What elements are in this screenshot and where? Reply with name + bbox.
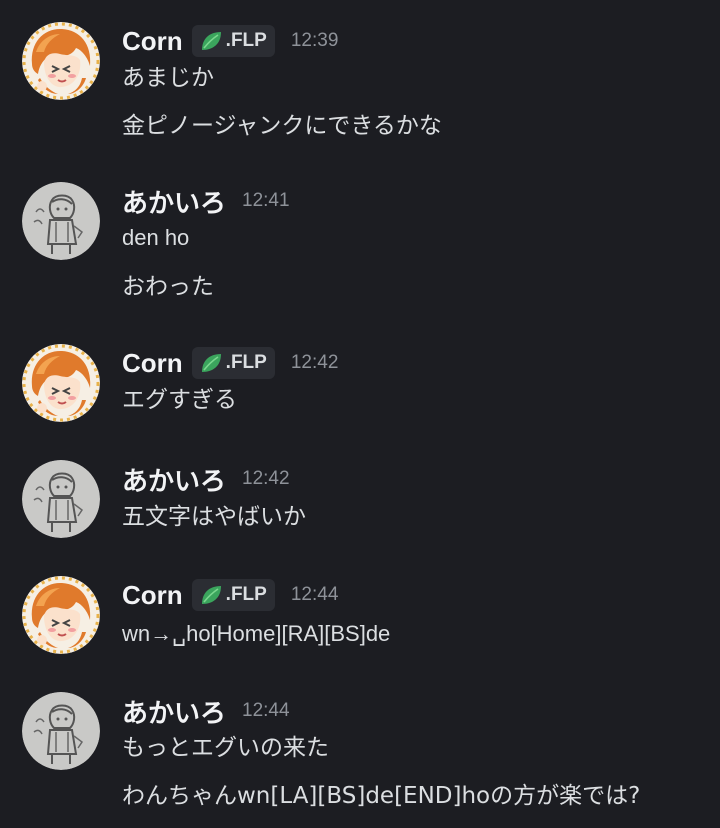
- message-text: エグすぎる: [122, 387, 237, 413]
- avatar[interactable]: [22, 692, 100, 770]
- username[interactable]: Corn: [122, 580, 183, 611]
- message-header: Corn .FLP 12:42: [122, 344, 338, 382]
- corn-avatar-image: [22, 576, 100, 654]
- message-header: あかいろ 12:42: [122, 460, 290, 498]
- avatar[interactable]: [22, 182, 100, 260]
- username[interactable]: あかいろ: [122, 693, 226, 730]
- avatar[interactable]: [22, 22, 100, 100]
- username[interactable]: Corn: [122, 348, 183, 379]
- message-text: もっとエグいの来た: [122, 735, 329, 761]
- avatar[interactable]: [22, 460, 100, 538]
- corn-avatar-image: [22, 344, 100, 422]
- leaf-icon: [199, 351, 223, 375]
- timestamp: 12:41: [242, 190, 290, 211]
- message-text: あまじか: [122, 65, 214, 91]
- message-text: おわった: [122, 274, 214, 300]
- message-header: Corn .FLP 12:44: [122, 576, 338, 614]
- message-header: あかいろ 12:44: [122, 692, 290, 730]
- akairo-avatar-image: [22, 460, 100, 538]
- message-text: 五文字はやばいか: [122, 504, 306, 530]
- avatar[interactable]: [22, 576, 100, 654]
- server-tag-label: .FLP: [225, 352, 267, 373]
- akairo-avatar-image: [22, 692, 100, 770]
- timestamp: 12:42: [290, 352, 339, 373]
- message-text: わんちゃんwn[LA][BS]de[END]hoの方が楽では?: [122, 783, 641, 809]
- username[interactable]: あかいろ: [122, 461, 226, 498]
- timestamp: 12:42: [242, 468, 290, 489]
- leaf-icon: [199, 583, 223, 607]
- timestamp: 12:39: [290, 30, 339, 51]
- server-tag-label: .FLP: [225, 584, 267, 605]
- akairo-avatar-image: [22, 182, 100, 260]
- chat-message-list: Corn .FLP 12:39 あまじか 金ピノージャンクにできるかな あかいろ…: [0, 0, 720, 828]
- corn-avatar-image: [22, 22, 100, 100]
- message-header: Corn .FLP 12:39: [122, 22, 338, 60]
- timestamp: 12:44: [290, 584, 339, 605]
- timestamp: 12:44: [242, 700, 290, 721]
- server-tag-label: .FLP: [225, 30, 267, 51]
- avatar[interactable]: [22, 344, 100, 422]
- message-text: 金ピノージャンクにできるかな: [122, 113, 442, 139]
- username[interactable]: Corn: [122, 26, 183, 57]
- message-header: あかいろ 12:41: [122, 182, 290, 220]
- message-text: wn→␣ho[Home][RA][BS]de: [122, 621, 391, 646]
- username[interactable]: あかいろ: [122, 183, 226, 220]
- leaf-icon: [199, 29, 223, 53]
- server-tag[interactable]: .FLP: [191, 347, 275, 379]
- message-text: den ho: [122, 225, 190, 250]
- server-tag[interactable]: .FLP: [191, 579, 275, 611]
- server-tag[interactable]: .FLP: [191, 25, 275, 57]
